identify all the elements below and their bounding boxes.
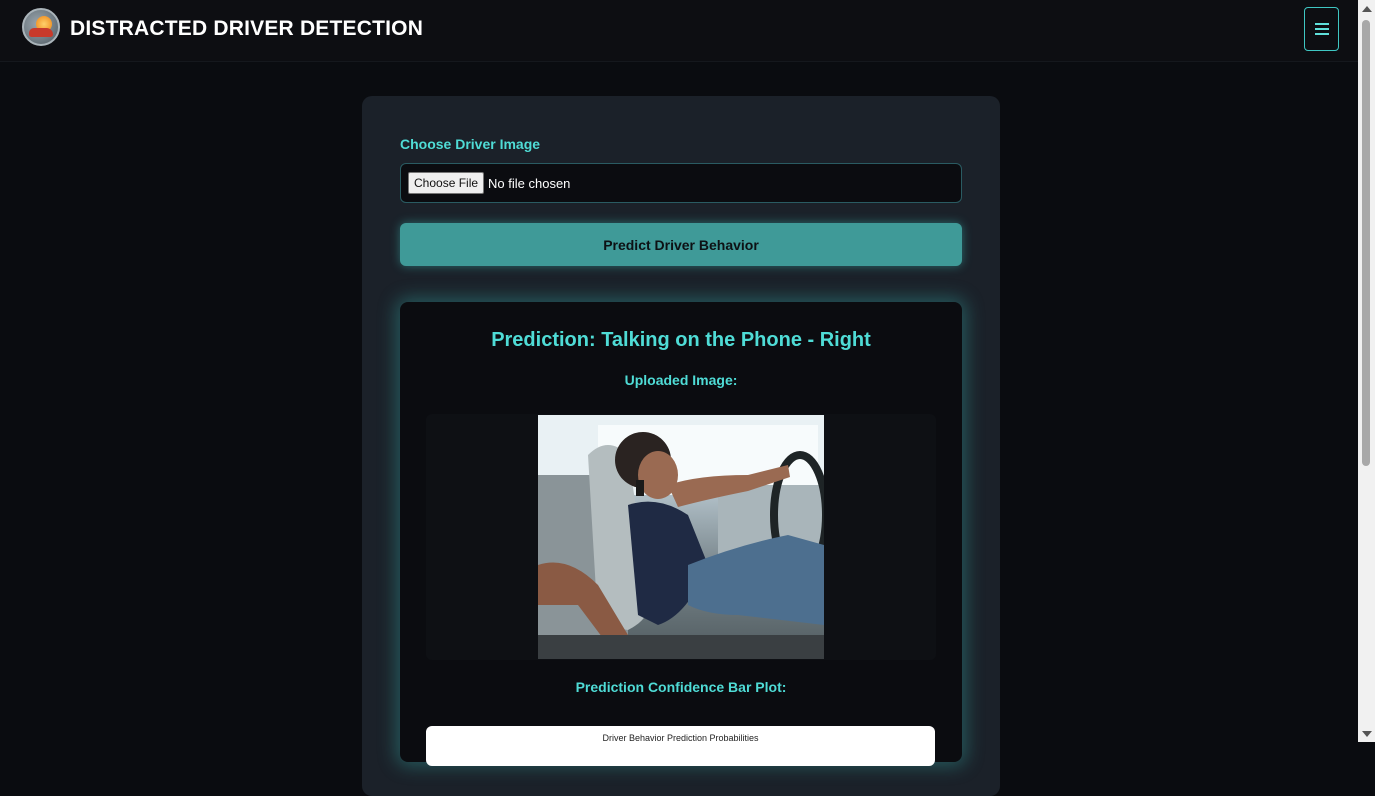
scroll-up-arrow-icon[interactable] [1362, 6, 1372, 12]
scroll-thumb[interactable] [1362, 20, 1370, 466]
top-navbar: DISTRACTED DRIVER DETECTION [0, 0, 1358, 62]
vertical-scrollbar[interactable] [1358, 0, 1375, 742]
hamburger-menu-icon [1314, 22, 1329, 36]
choose-image-label: Choose Driver Image [400, 136, 541, 152]
bar-plot-card [426, 726, 935, 766]
predict-button[interactable]: Predict Driver Behavior [400, 223, 962, 266]
app-logo-icon [22, 8, 60, 46]
uploaded-driver-image [538, 415, 824, 659]
uploaded-image-label: Uploaded Image: [624, 372, 738, 388]
scroll-down-arrow-icon[interactable] [1362, 731, 1372, 737]
choose-file-button[interactable]: Choose File [408, 172, 485, 194]
app-title: DISTRACTED DRIVER DETECTION [70, 17, 424, 40]
bar-plot-label: Prediction Confidence Bar Plot: [575, 679, 787, 695]
file-status-text: No file chosen [488, 175, 571, 191]
prediction-title: Prediction: Talking on the Phone - Right [491, 329, 871, 351]
file-input[interactable]: Choose File No file chosen [400, 163, 962, 203]
menu-toggle-button[interactable] [1304, 7, 1339, 51]
